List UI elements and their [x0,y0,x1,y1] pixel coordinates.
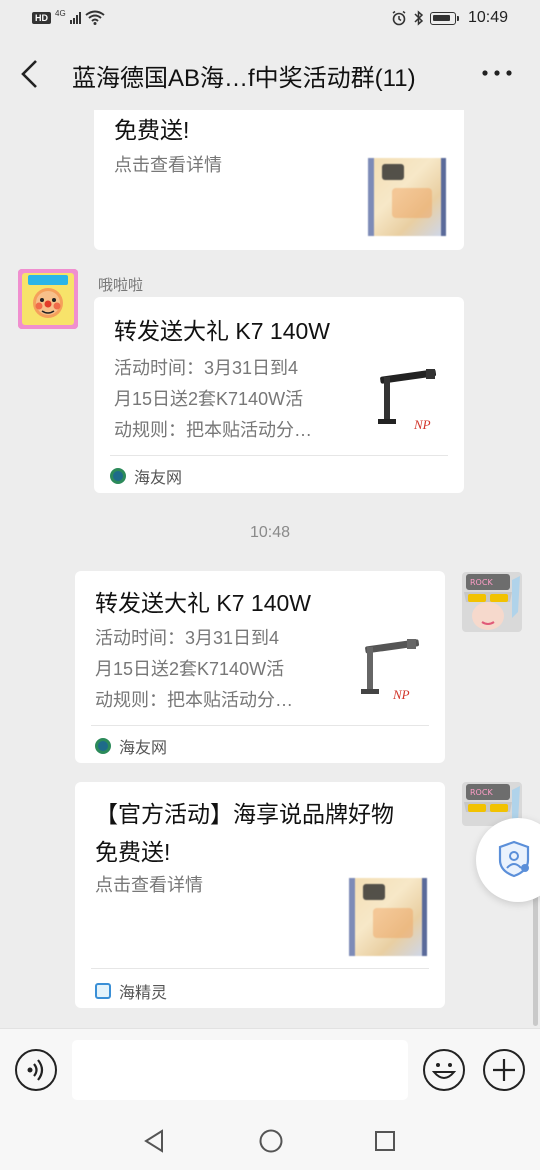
card-source: 海友网 [110,464,182,488]
card-description-line: 动规则：把本贴活动分… [114,420,312,440]
card-title: 转发送大礼 K7 140W [114,318,330,344]
card-description-line: 活动时间：3月31日到4 [114,358,299,378]
avatar[interactable] [18,269,78,329]
battery-icon [429,11,459,25]
voice-input-button[interactable] [15,1049,57,1091]
message-card[interactable]: 免费送! 点击查看详情 [94,110,464,250]
bluetooth-icon [414,10,424,26]
card-description-line: 动规则：把本贴活动分… [95,690,293,710]
source-name: 海精灵 [119,985,168,1002]
message-input[interactable] [72,1040,408,1100]
svg-text:ROCK: ROCK [470,788,493,797]
card-divider [91,968,429,969]
card-description-line: 月15日送2套K7140W活 [95,659,285,679]
source-logo-icon [95,983,111,999]
status-right-icons: 10:49 [391,9,508,27]
more-options-button[interactable] [480,62,514,86]
card-divider [110,455,448,456]
shield-icon [498,840,530,878]
source-name: 海友网 [119,740,168,757]
card-thumbnail [349,878,427,956]
card-title: 转发送大礼 K7 140W [95,590,311,616]
source-logo-icon [110,468,126,484]
status-left-icons: HD 4G [32,9,105,25]
square-recents-icon [375,1131,395,1151]
message-card[interactable]: 转发送大礼 K7 140W 活动时间：3月31日到4 月15日送2套K7140W… [94,297,464,493]
status-bar: HD 4G 10:49 [0,0,540,38]
brand-logo: NP [413,417,431,432]
back-button[interactable] [16,58,44,90]
my-avatar[interactable]: ROCK [462,572,522,632]
nav-back-button[interactable] [142,1128,166,1159]
card-description: 点击查看详情 [95,875,203,895]
hd-badge: HD [32,11,51,24]
emoji-button[interactable] [423,1049,465,1091]
aquarium-light-icon: NP [378,369,437,432]
card-thumbnail: NP [351,629,431,709]
smiley-icon [431,1063,457,1079]
message-card[interactable]: 转发送大礼 K7 140W 活动时间：3月31日到4 月15日送2套K7140W… [75,571,445,763]
card-divider [91,725,429,726]
triangle-back-icon [144,1129,163,1153]
cartoon-avatar-icon [18,269,78,329]
girl-avatar-icon: ROCK [462,572,522,632]
nav-home-button[interactable] [258,1128,284,1159]
sender-name: 哦啦啦 [98,277,144,294]
card-description-line: 活动时间：3月31日到4 [95,628,280,648]
card-title: 免费送! [114,117,190,143]
signal-icon [69,11,81,24]
source-name: 海友网 [134,470,183,487]
chat-area[interactable]: 免费送! 点击查看详情 哦啦啦 转发送大礼 K7 140W 活动时间：3月31日… [0,110,540,1028]
message-input-bar [0,1028,540,1112]
more-dots-icon [482,70,512,76]
circle-home-icon [259,1129,283,1153]
chat-timestamp: 10:48 [249,524,291,541]
card-title-line: 免费送! [95,839,171,865]
brand-logo: NP [392,687,410,702]
card-description: 点击查看详情 [114,155,222,175]
card-thumbnail: NP [370,359,450,439]
chat-header: 蓝海德国AB海…f中奖活动群(11) [0,38,540,110]
message-card[interactable]: 【官方活动】海享说品牌好物 免费送! 点击查看详情 海精灵 [75,782,445,1008]
aquarium-light-icon: NP [361,639,420,702]
add-more-button[interactable] [483,1049,525,1091]
card-source: 海友网 [95,734,167,758]
chevron-left-icon [21,60,37,88]
card-description-line: 月15日送2套K7140W活 [114,389,304,409]
alarm-icon [392,10,406,26]
source-logo-icon [95,738,111,754]
svg-text:ROCK: ROCK [470,578,493,587]
card-title-line: 【官方活动】海享说品牌好物 [95,801,394,827]
status-time: 10:49 [467,9,508,26]
system-navigation-bar [0,1112,540,1170]
chat-title: 蓝海德国AB海…f中奖活动群(11) [72,65,416,92]
card-thumbnail [368,158,446,236]
network-badge: 4G [55,9,66,18]
wifi-icon [85,10,105,25]
card-source: 海精灵 [95,979,167,1003]
nav-recents-button[interactable] [373,1128,397,1159]
plus-icon [493,1059,515,1081]
voice-icon [27,1059,44,1081]
